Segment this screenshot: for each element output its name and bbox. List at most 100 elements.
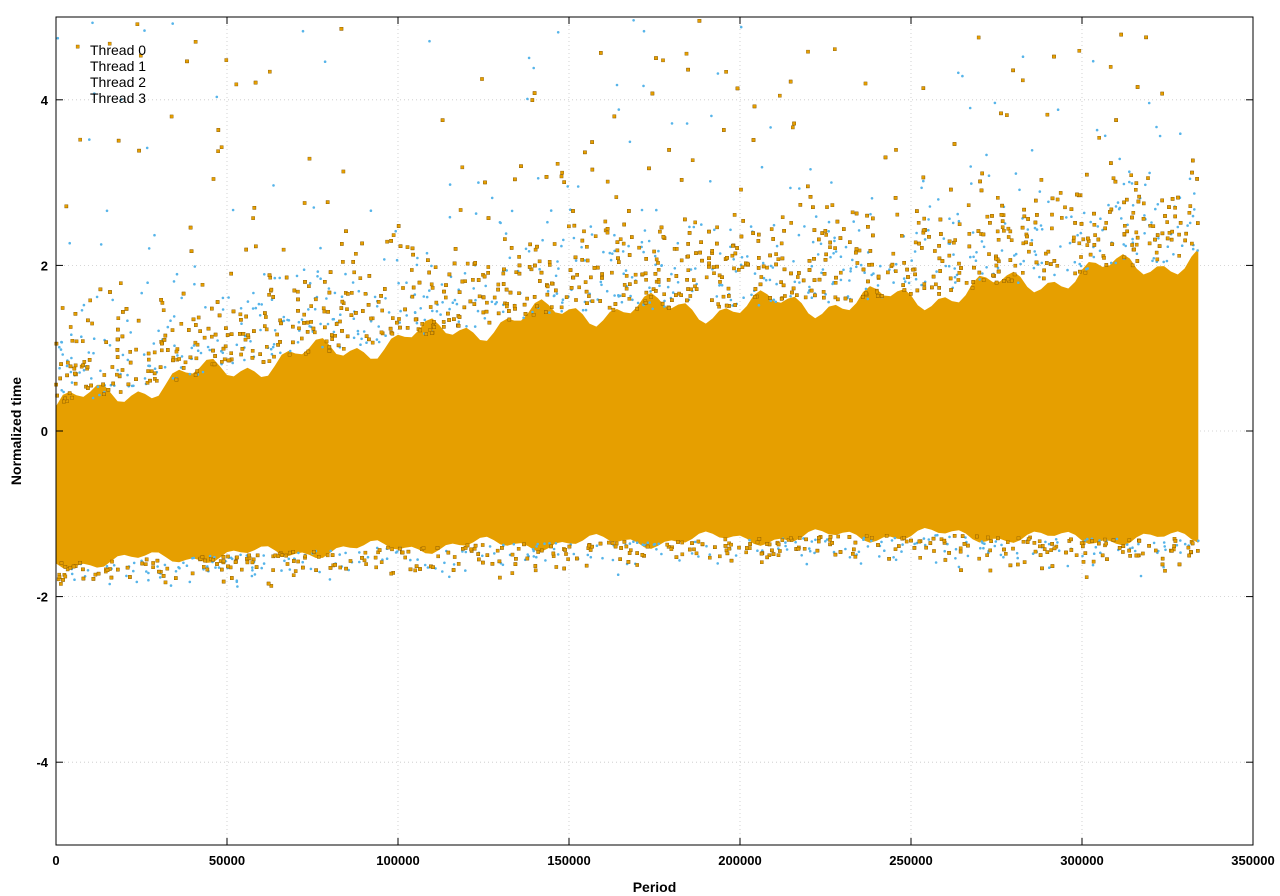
thread-2-point — [546, 289, 550, 293]
thread-2-point — [615, 83, 619, 87]
thread-2-point — [527, 56, 531, 60]
thread-2-point — [553, 294, 556, 297]
thread-2-point — [329, 549, 333, 553]
thread-2-point — [60, 341, 64, 344]
thread-2-point — [658, 284, 661, 288]
thread-2-point — [1044, 540, 1047, 544]
thread-2-point — [65, 364, 69, 368]
thread-2-point — [360, 337, 363, 341]
thread-2-point — [590, 233, 594, 236]
thread-2-point — [416, 256, 419, 260]
thread-2-point — [351, 281, 355, 284]
thread-2-point — [217, 566, 221, 569]
thread-2-point — [554, 274, 558, 278]
thread-2-point — [548, 542, 551, 545]
thread-2-point — [785, 548, 789, 551]
thread-2-point — [1147, 101, 1151, 105]
thread-2-point — [864, 287, 868, 291]
thread-2-point — [849, 267, 853, 270]
thread-2-point — [981, 541, 984, 545]
thread-2-point — [666, 285, 670, 289]
thread-2-point — [142, 353, 146, 356]
thread-2-point — [848, 279, 851, 282]
thread-2-point — [398, 321, 402, 324]
thread-2-point — [1098, 539, 1101, 542]
thread-2-point — [631, 298, 634, 302]
thread-2-point — [62, 390, 65, 394]
thread-2-point — [964, 536, 967, 539]
thread-2-point — [126, 319, 129, 323]
thread-2-point — [431, 309, 434, 313]
thread-2-point — [1076, 233, 1079, 237]
thread-2-point — [282, 319, 286, 323]
thread-2-point — [648, 286, 651, 290]
thread-2-point — [287, 557, 291, 561]
thread-2-point — [532, 549, 535, 553]
thread-2-point — [985, 153, 988, 157]
thread-2-point — [922, 179, 925, 183]
thread-2-point — [174, 570, 178, 573]
thread-2-point — [915, 231, 918, 235]
thread-2-point — [295, 274, 299, 278]
thread-2-point — [729, 228, 732, 232]
thread-2-point — [1150, 221, 1153, 224]
thread-2-point — [923, 238, 927, 241]
thread-2-point — [147, 364, 150, 368]
thread-2-point — [774, 300, 778, 304]
thread-2-point — [452, 563, 456, 566]
thread-2-point — [920, 186, 923, 190]
thread-2-point — [953, 275, 957, 279]
thread-2-point — [616, 573, 620, 576]
thread-2-point — [1131, 546, 1134, 549]
thread-2-point — [716, 562, 719, 565]
thread-2-point — [366, 555, 370, 559]
thread-2-point — [1047, 200, 1050, 204]
thread-2-point — [630, 276, 634, 279]
thread-2-point — [1073, 260, 1077, 264]
thread-2-point — [493, 552, 496, 555]
thread-2-point — [642, 84, 645, 88]
thread-2-point — [769, 299, 773, 303]
thread-2-point — [688, 225, 691, 229]
thread-2-point — [384, 297, 387, 300]
thread-2-point — [1156, 203, 1160, 206]
thread-2-point — [1021, 55, 1025, 58]
thread-2-point — [713, 228, 716, 232]
thread-2-point — [96, 385, 100, 389]
thread-2-point — [1126, 223, 1129, 227]
thread-2-point — [640, 240, 644, 244]
thread-2-point — [532, 555, 536, 558]
thread-2-point — [800, 554, 803, 557]
thread-2-point — [775, 244, 779, 248]
thread-2-point — [914, 277, 918, 281]
thread-2-point — [956, 212, 959, 216]
thread-2-point — [715, 295, 719, 298]
thread-2-point — [946, 542, 949, 546]
thread-2-point — [586, 553, 590, 557]
thread-2-point — [227, 296, 230, 299]
thread-2-point — [273, 329, 277, 332]
thread-2-point — [163, 563, 167, 567]
thread-2-point — [172, 280, 176, 283]
thread-2-point — [636, 301, 640, 305]
thread-2-point — [772, 223, 776, 227]
thread-2-point — [464, 550, 468, 554]
thread-2-point — [1040, 228, 1044, 231]
thread-2-point — [821, 268, 825, 271]
thread-2-point — [510, 209, 514, 213]
thread-2-point — [297, 551, 300, 555]
thread-2-point — [628, 140, 632, 144]
thread-2-point — [1114, 205, 1118, 208]
thread-2-point — [1033, 250, 1036, 253]
thread-2-point — [415, 321, 419, 325]
thread-2-point — [147, 578, 150, 582]
thread-2-point — [532, 66, 535, 70]
thread-2-point — [740, 255, 744, 259]
thread-2-point — [166, 325, 170, 329]
thread-2-point — [814, 215, 818, 218]
thread-2-point — [208, 554, 212, 558]
thread-2-point — [655, 208, 658, 212]
thread-2-point — [734, 554, 738, 557]
thread-2-point — [333, 291, 337, 295]
thread-2-point — [632, 540, 635, 543]
